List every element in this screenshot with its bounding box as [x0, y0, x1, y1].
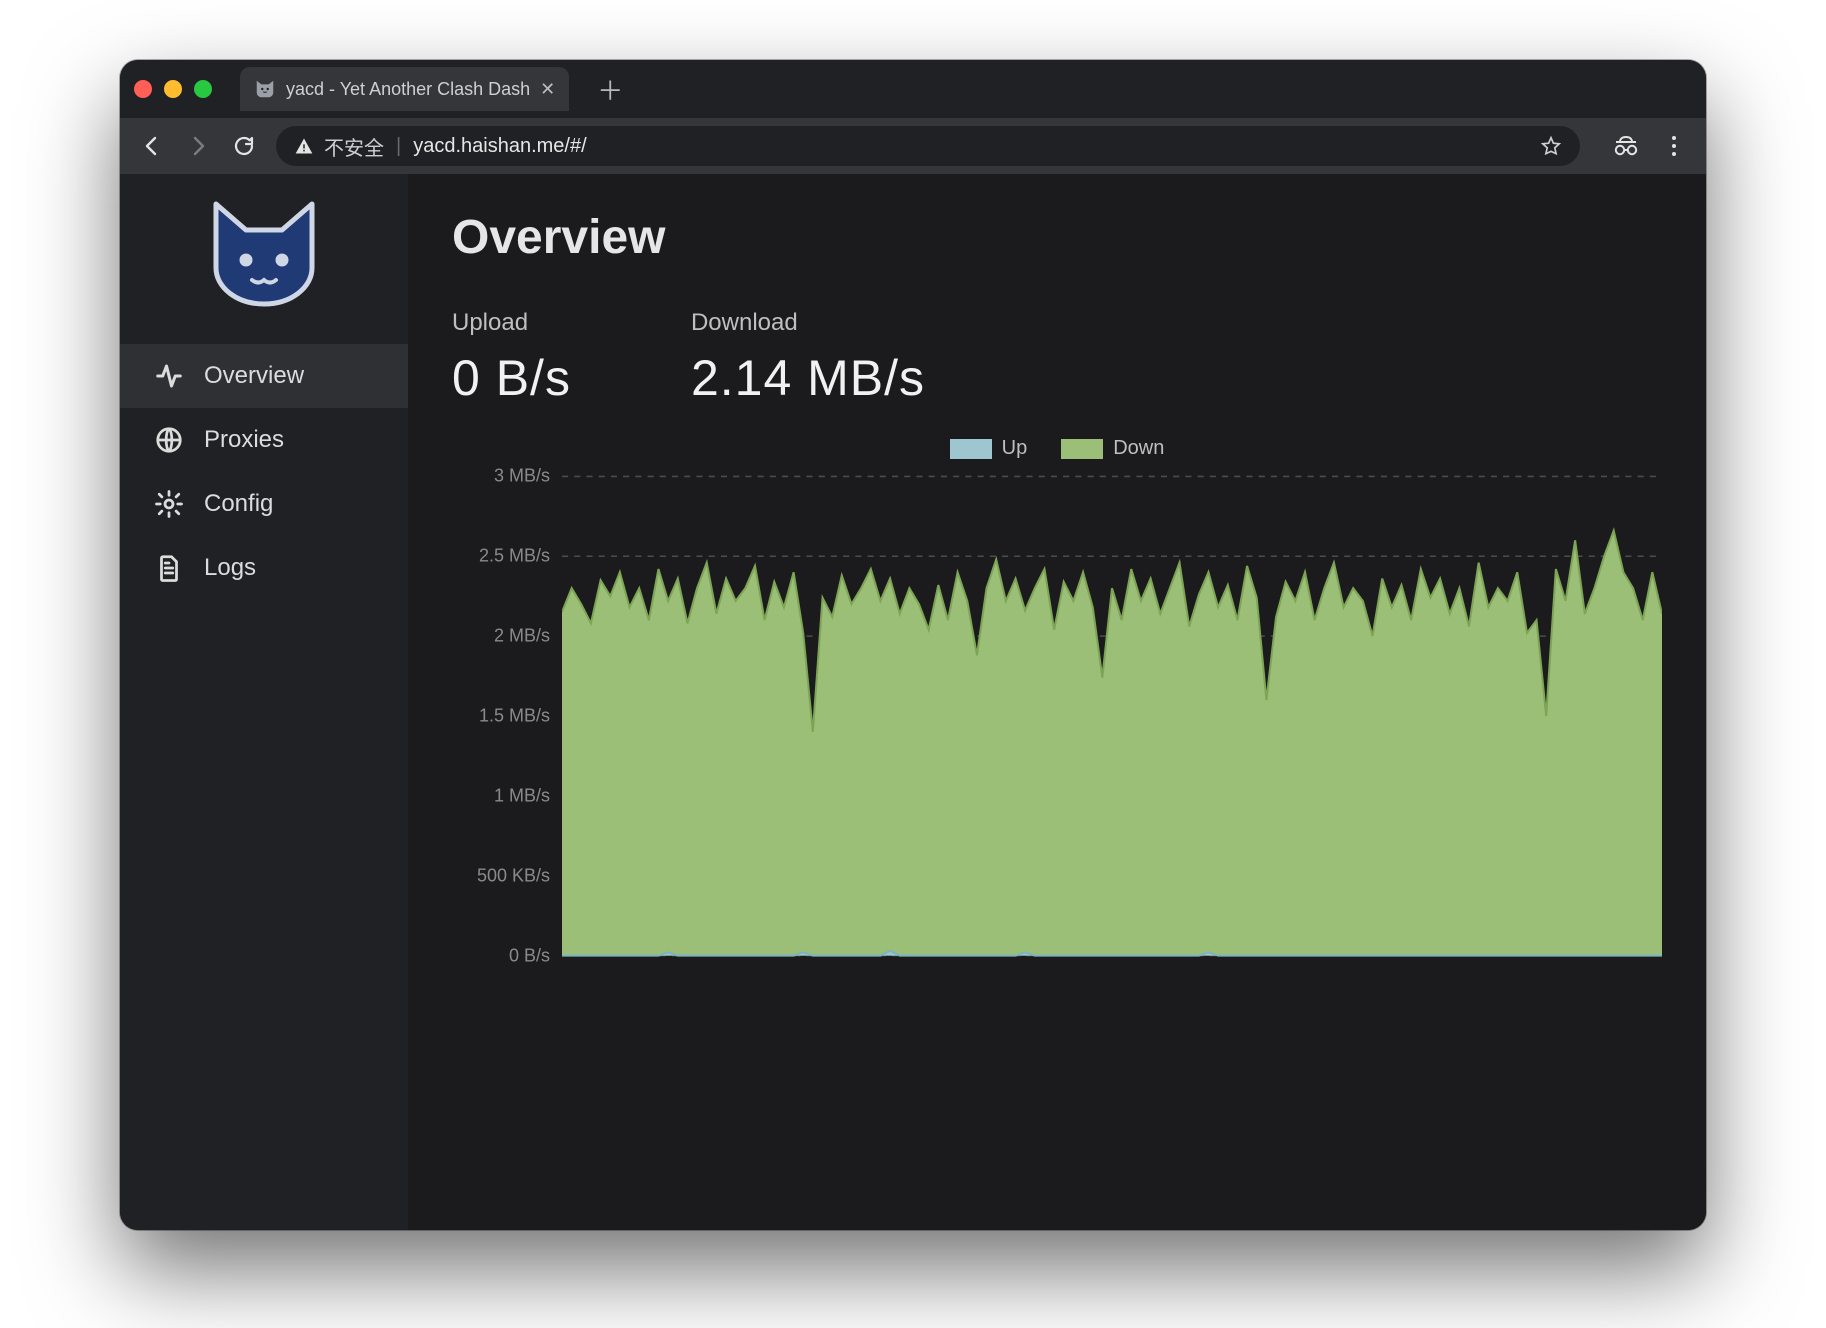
browser-toolbar: 不安全 | yacd.haishan.me/#/ [120, 118, 1706, 174]
cat-logo-icon [204, 198, 324, 308]
sidebar-nav: Overview Proxies Config Logs [120, 344, 408, 600]
sidebar-item-label: Config [204, 490, 273, 518]
traffic-lights [134, 80, 212, 98]
separator: | [396, 135, 401, 158]
sidebar-item-logs[interactable]: Logs [120, 536, 408, 600]
security-label: 不安全 [324, 132, 384, 161]
close-window-button[interactable] [134, 80, 152, 98]
legend-up: Up [950, 437, 1028, 460]
menu-kebab-icon[interactable] [1660, 132, 1688, 160]
sidebar-item-config[interactable]: Config [120, 472, 408, 536]
upload-stat: Upload 0 B/s [452, 309, 571, 407]
back-button[interactable] [138, 132, 166, 160]
legend-down: Down [1061, 437, 1164, 460]
security-indicator[interactable]: 不安全 [294, 132, 384, 161]
main-content: Overview Upload 0 B/s Download 2.14 MB/s… [408, 174, 1706, 1230]
bookmark-star-icon[interactable] [1540, 135, 1562, 157]
ytick-label: 3 MB/s [494, 466, 550, 487]
chart-y-axis-labels: 0 B/s 500 KB/s 1 MB/s 1.5 MB/s 2 MB/s 2.5 MB/… [452, 466, 562, 966]
tab-strip: yacd - Yet Another Clash Dash ✕ ＋ [120, 60, 1706, 118]
incognito-icon[interactable] [1612, 132, 1640, 160]
tab-title: yacd - Yet Another Clash Dash [286, 79, 530, 100]
globe-icon [152, 423, 186, 457]
sidebar-item-label: Logs [204, 554, 256, 582]
favicon-cat-icon [254, 78, 276, 100]
ytick-label: 1 MB/s [494, 785, 550, 806]
reload-button[interactable] [230, 132, 258, 160]
download-value: 2.14 MB/s [691, 349, 925, 407]
page-body: Overview Proxies Config Logs Overview Uploa… [120, 174, 1706, 1230]
ytick-label: 0 B/s [509, 945, 550, 966]
sidebar-item-label: Proxies [204, 426, 284, 454]
browser-window: yacd - Yet Another Clash Dash ✕ ＋ 不安全 | … [120, 60, 1706, 1230]
browser-tab[interactable]: yacd - Yet Another Clash Dash ✕ [240, 67, 569, 111]
ytick-label: 2 MB/s [494, 626, 550, 647]
url-text: yacd.haishan.me/#/ [413, 135, 586, 158]
toolbar-right [1612, 132, 1688, 160]
traffic-chart: 0 B/s 500 KB/s 1 MB/s 1.5 MB/s 2 MB/s 2.5 MB/… [452, 466, 1662, 966]
upload-value: 0 B/s [452, 349, 571, 407]
gear-icon [152, 487, 186, 521]
forward-button[interactable] [184, 132, 212, 160]
page-title: Overview [452, 210, 1662, 265]
download-label: Download [691, 309, 925, 337]
minimize-window-button[interactable] [164, 80, 182, 98]
sidebar-item-overview[interactable]: Overview [120, 344, 408, 408]
legend-down-label: Down [1113, 437, 1164, 459]
close-tab-icon[interactable]: ✕ [540, 79, 555, 100]
stats-row: Upload 0 B/s Download 2.14 MB/s [452, 309, 1662, 407]
ytick-label: 1.5 MB/s [479, 706, 550, 727]
address-bar[interactable]: 不安全 | yacd.haishan.me/#/ [276, 126, 1580, 166]
maximize-window-button[interactable] [194, 80, 212, 98]
app-logo [120, 198, 408, 308]
sidebar-item-label: Overview [204, 362, 304, 390]
legend-up-label: Up [1002, 437, 1028, 459]
warning-icon [294, 136, 314, 156]
file-icon [152, 551, 186, 585]
new-tab-button[interactable]: ＋ [597, 71, 623, 108]
ytick-label: 500 KB/s [477, 865, 550, 886]
sidebar-item-proxies[interactable]: Proxies [120, 408, 408, 472]
download-stat: Download 2.14 MB/s [691, 309, 925, 407]
sidebar: Overview Proxies Config Logs [120, 174, 408, 1230]
chart-plot-area [562, 466, 1662, 966]
chart-legend: Up Down [452, 437, 1662, 460]
ytick-label: 2.5 MB/s [479, 546, 550, 567]
activity-icon [152, 359, 186, 393]
upload-label: Upload [452, 309, 571, 337]
